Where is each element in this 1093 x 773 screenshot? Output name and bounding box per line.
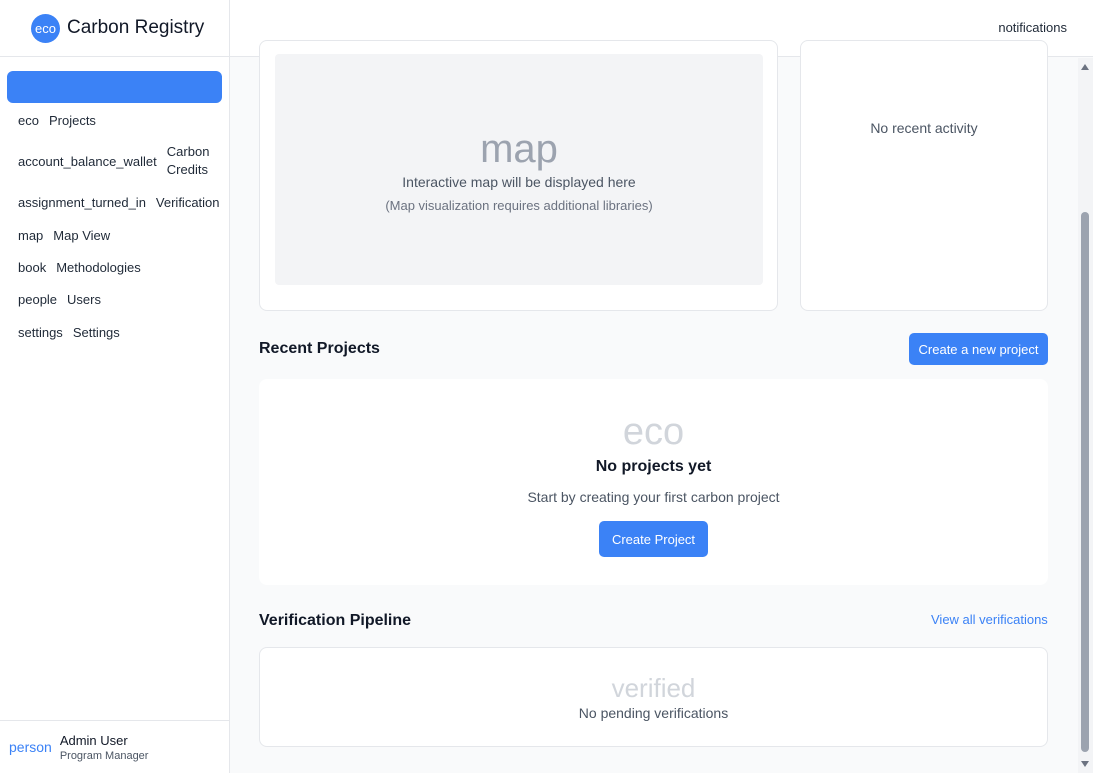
recent-projects-title: Recent Projects [259, 340, 380, 357]
brand[interactable]: eco Carbon Registry [0, 0, 229, 57]
wallet-icon: account_balance_wallet [18, 153, 157, 169]
verification-empty-text: No pending verifications [578, 705, 729, 721]
scroll-up-icon[interactable] [1081, 64, 1089, 70]
map-icon: map [480, 127, 558, 171]
book-icon: book [18, 260, 47, 275]
empty-projects-subtitle: Start by creating your first carbon proj… [527, 489, 780, 505]
map-card: map Interactive map will be displayed he… [259, 40, 778, 311]
verified-icon: verified [611, 673, 696, 703]
sidebar-item-active[interactable] [7, 71, 222, 103]
eco-icon: eco [31, 13, 60, 43]
empty-projects-title: No projects yet [595, 458, 712, 475]
sidebar-item-verification[interactable]: assignment_turned_in Verification [18, 193, 223, 212]
activity-empty-text: No recent activity [870, 120, 978, 136]
notifications-icon[interactable]: notifications [998, 20, 1067, 35]
eco-icon: eco [18, 113, 39, 128]
sidebar-item-users[interactable]: people Users [18, 290, 223, 309]
sidebar-item-carbon-credits[interactable]: account_balance_wallet Carbon Credits [18, 143, 223, 179]
people-icon: people [18, 292, 58, 307]
scroll-down-icon[interactable] [1081, 761, 1089, 767]
create-project-button[interactable]: Create Project [599, 521, 708, 557]
projects-empty-card: eco No projects yet Start by creating yo… [259, 379, 1048, 585]
user-role: Program Manager [59, 749, 149, 762]
create-new-project-button[interactable]: Create a new project [909, 333, 1048, 365]
map-icon: map [18, 228, 44, 243]
sidebar-item-projects[interactable]: eco Projects [18, 111, 223, 130]
view-all-verifications-link[interactable]: View all verifications [931, 612, 1048, 627]
sidebar-item-label: Methodologies [56, 259, 141, 275]
sidebar-item-label: Projects [48, 112, 96, 128]
settings-icon: settings [18, 325, 63, 340]
map-placeholder-text: Interactive map will be displayed here [402, 174, 636, 190]
sidebar-item-label: Users [67, 291, 101, 307]
sidebar-item-settings[interactable]: settings Settings [18, 323, 223, 342]
person-icon: person [9, 739, 52, 755]
assignment-turned-in-icon: assignment_turned_in [18, 195, 146, 210]
activity-card: No recent activity [800, 40, 1048, 311]
sidebar: eco Carbon Registry eco Projects account… [0, 0, 230, 773]
main-scrollbar[interactable] [1078, 58, 1093, 773]
eco-icon: eco [622, 411, 685, 453]
app-title: Carbon Registry [67, 17, 205, 38]
verification-pipeline-title: Verification Pipeline [259, 612, 412, 629]
sidebar-item-map-view[interactable]: map Map View [18, 226, 223, 245]
map-placeholder-subtext: (Map visualization requires additional l… [385, 198, 653, 213]
sidebar-item-label: Carbon Credits [166, 144, 210, 177]
sidebar-item-label: Map View [53, 227, 111, 243]
sidebar-item-label: Verification [155, 194, 220, 210]
user-name: Admin User [59, 732, 128, 748]
sidebar-item-label: Settings [72, 324, 120, 340]
scroll-thumb[interactable] [1081, 212, 1089, 752]
sidebar-item-methodologies[interactable]: book Methodologies [18, 258, 223, 277]
sidebar-nav: eco Projects account_balance_wallet Carb… [18, 111, 223, 342]
map-placeholder[interactable]: map Interactive map will be displayed he… [275, 54, 763, 285]
verification-card: verified No pending verifications [259, 647, 1048, 747]
user-profile[interactable]: person Admin User Program Manager [0, 720, 229, 773]
